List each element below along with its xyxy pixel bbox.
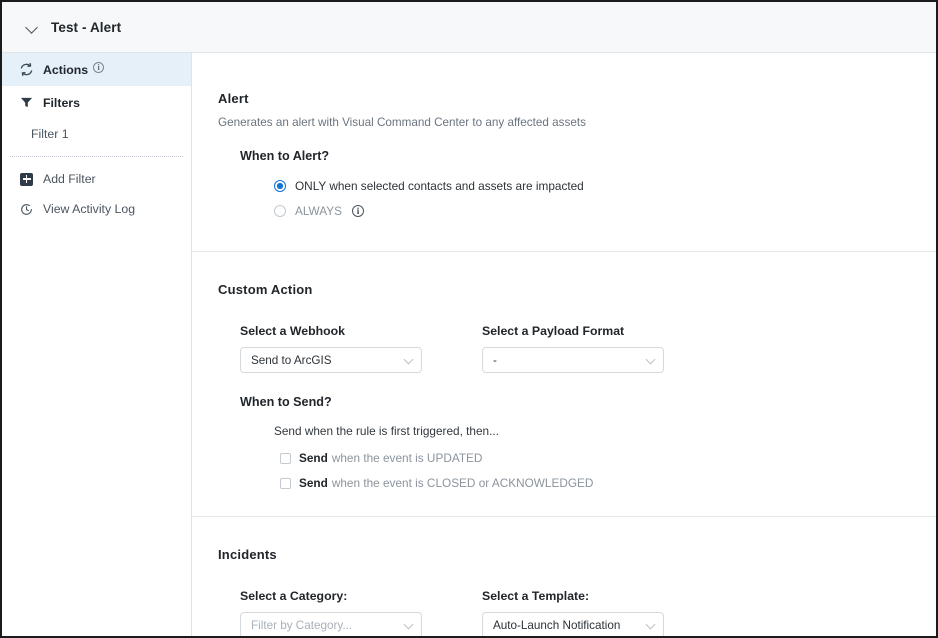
chevron-down-icon	[404, 621, 413, 630]
rule-editor-window: Test - Alert Actions i Filters Filter 1 …	[0, 0, 938, 638]
template-value: Auto-Launch Notification	[493, 618, 621, 632]
payload-format-select[interactable]: -	[482, 347, 664, 373]
checkbox-icon[interactable]	[280, 477, 291, 489]
sidebar-subitem-label: Filter 1	[31, 127, 69, 141]
incidents-fields: Select a Category: Filter by Category...…	[240, 589, 936, 636]
webhook-value: Send to ArcGIS	[251, 353, 332, 367]
category-select[interactable]: Filter by Category...	[240, 612, 422, 636]
radio-option-always[interactable]: ALWAYS i	[274, 204, 936, 218]
checkbox-label-rest: when the event is CLOSED or ACKNOWLEDGED	[331, 476, 594, 490]
sidebar-item-label: Filters	[43, 95, 80, 110]
when-to-send-label: When to Send?	[240, 395, 332, 409]
radio-option-only[interactable]: ONLY when selected contacts and assets a…	[274, 179, 936, 193]
body-container: Actions i Filters Filter 1 Add Filter Vi…	[2, 53, 936, 636]
webhook-field-group: Select a Webhook Send to ArcGIS	[240, 324, 482, 373]
category-field-group: Select a Category: Filter by Category...	[240, 589, 482, 636]
payload-label: Select a Payload Format	[482, 324, 625, 338]
chevron-down-icon	[646, 621, 655, 630]
plus-square-icon	[18, 171, 35, 188]
webhook-label: Select a Webhook	[240, 324, 346, 338]
info-icon[interactable]: i	[93, 62, 105, 73]
category-label: Select a Category:	[240, 589, 348, 603]
custom-action-section: Custom Action Select a Webhook Send to A…	[192, 252, 936, 490]
checkbox-label-strong: Send	[299, 451, 328, 465]
incidents-title: Incidents	[218, 547, 277, 562]
sidebar-item-label: Actions	[43, 62, 89, 77]
payload-field-group: Select a Payload Format -	[482, 324, 724, 373]
sidebar: Actions i Filters Filter 1 Add Filter Vi…	[2, 53, 192, 636]
sidebar-action-label: Add Filter	[43, 172, 96, 186]
radio-option-label: ALWAYS	[295, 204, 342, 218]
custom-action-fields: Select a Webhook Send to ArcGIS Select a…	[240, 324, 936, 373]
checkbox-label-rest: when the event is UPDATED	[331, 451, 483, 465]
when-to-alert-label: When to Alert?	[240, 149, 330, 163]
template-field-group: Select a Template: Auto-Launch Notificat…	[482, 589, 724, 636]
history-clock-icon	[18, 201, 35, 218]
funnel-filter-icon	[18, 94, 35, 111]
checkbox-icon[interactable]	[280, 452, 291, 464]
category-placeholder: Filter by Category...	[251, 618, 353, 632]
checkbox-row-closed[interactable]: Send when the event is CLOSED or ACKNOWL…	[280, 476, 936, 490]
sync-actions-icon	[18, 61, 35, 78]
template-label: Select a Template:	[482, 589, 590, 603]
checkbox-row-updated[interactable]: Send when the event is UPDATED	[280, 451, 936, 465]
sidebar-item-filters[interactable]: Filters	[2, 86, 191, 119]
radio-button-icon[interactable]	[274, 205, 286, 217]
sidebar-action-add-filter[interactable]: Add Filter	[2, 164, 191, 194]
main-content: Alert Generates an alert with Visual Com…	[192, 53, 936, 636]
alert-section-title: Alert	[218, 91, 249, 106]
alert-section-description: Generates an alert with Visual Command C…	[218, 116, 586, 129]
alert-section: Alert Generates an alert with Visual Com…	[192, 53, 936, 218]
webhook-select[interactable]: Send to ArcGIS	[240, 347, 422, 373]
payload-value: -	[493, 353, 497, 367]
custom-action-title: Custom Action	[218, 282, 313, 297]
sidebar-item-actions[interactable]: Actions i	[2, 53, 191, 86]
template-select[interactable]: Auto-Launch Notification	[482, 612, 664, 636]
page-title: Test - Alert	[51, 19, 122, 35]
sidebar-action-view-activity-log[interactable]: View Activity Log	[2, 194, 191, 224]
info-icon[interactable]: i	[351, 205, 364, 217]
radio-option-label: ONLY when selected contacts and assets a…	[295, 179, 584, 193]
sidebar-divider	[10, 156, 183, 157]
radio-button-icon[interactable]	[274, 180, 286, 192]
sidebar-action-label: View Activity Log	[43, 202, 136, 216]
chevron-down-icon	[646, 356, 655, 365]
incidents-section: Incidents Select a Category: Filter by C…	[192, 517, 936, 636]
window-header: Test - Alert	[2, 2, 936, 53]
send-note-text: Send when the rule is first triggered, t…	[274, 424, 499, 438]
checkbox-label-strong: Send	[299, 476, 328, 490]
chevron-down-icon[interactable]	[26, 21, 39, 34]
chevron-down-icon	[404, 356, 413, 365]
sidebar-item-filter-1[interactable]: Filter 1	[2, 119, 191, 149]
